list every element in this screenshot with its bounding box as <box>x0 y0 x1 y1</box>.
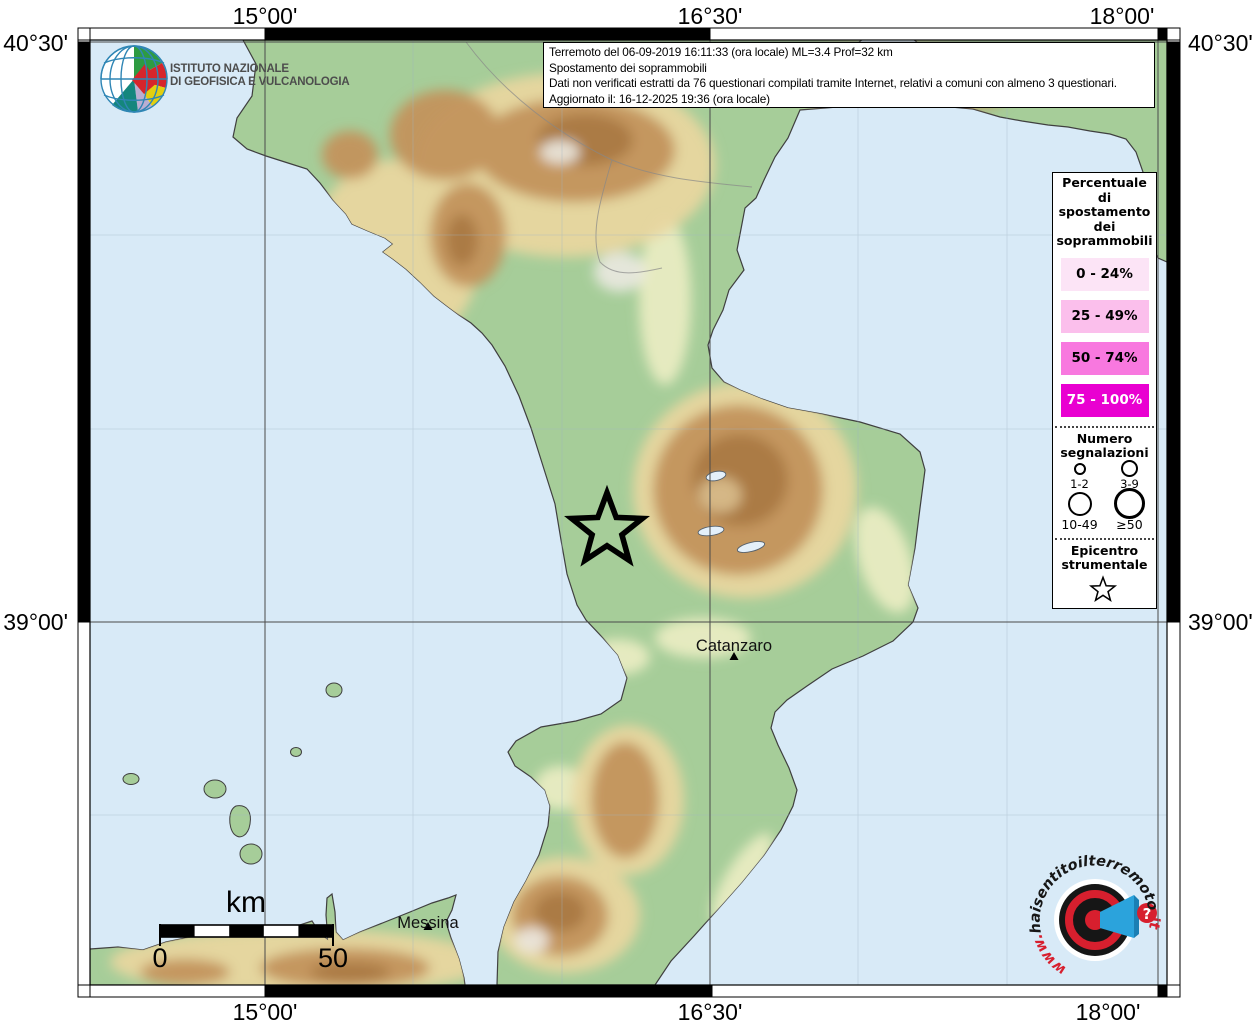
signal-label-1-2: 1-2 <box>1055 477 1105 491</box>
legend-divider-2 <box>1055 538 1154 540</box>
epicenter-legend-symbol <box>1053 573 1154 605</box>
legend-class-25-49: 25 - 49% <box>1061 300 1149 333</box>
legend-class-50-74: 50 - 74% <box>1061 342 1149 375</box>
legend-divider-1 <box>1055 426 1154 428</box>
axis-bottom-lon2: 16°30' <box>678 999 743 1024</box>
event-disclaimer: Dati non verificati estratti da 76 quest… <box>549 76 1149 92</box>
city-label-catanzaro: Catanzaro <box>696 637 772 655</box>
city-label-messina: Messina <box>397 914 459 932</box>
signal-circle-10-49 <box>1068 492 1092 516</box>
axis-left-lat2: 39°00' <box>3 609 68 635</box>
signal-label-50plus: ≥50 <box>1105 517 1155 532</box>
ingv-name-line2: DI GEOFISICA E VULCANOLOGIA <box>170 76 349 88</box>
ingv-name-line1: ISTITUTO NAZIONALE <box>170 63 289 75</box>
event-title: Terremoto del 06-09-2019 16:11:33 (ora l… <box>549 45 1149 61</box>
axis-bottom-lon3: 18°00' <box>1076 999 1141 1024</box>
signal-circle-1-2 <box>1074 463 1086 475</box>
signal-label-10-49: 10-49 <box>1055 517 1105 532</box>
legend-panel: Percentuale di spostamento dei soprammob… <box>1052 172 1157 609</box>
axis-top-lon2: 16°30' <box>678 3 743 29</box>
epicenter-title: Epicentro strumentale <box>1053 544 1156 573</box>
axis-left-lat1: 40°30' <box>3 30 68 56</box>
signal-circle-3-9 <box>1121 460 1138 477</box>
scale-end-label: 50 <box>318 943 348 973</box>
event-info-box: Terremoto del 06-09-2019 16:11:33 (ora l… <box>543 42 1155 108</box>
legend-title: Percentuale di spostamento dei soprammob… <box>1053 176 1156 249</box>
signals-grid: 1-2 3-9 10-49 ≥50 <box>1053 461 1156 532</box>
axis-top-lon3: 18°00' <box>1090 3 1155 29</box>
event-effect: Spostamento dei soprammobili <box>549 61 1149 77</box>
axis-bottom-lon1: 15°00' <box>233 999 298 1024</box>
legend-class-0-24: 0 - 24% <box>1061 258 1149 291</box>
legend-class-75-100: 75 - 100% <box>1061 384 1149 417</box>
event-updated: Aggiornato il: 16-12-2025 19:36 (ora loc… <box>549 92 1149 108</box>
axis-right-lat2: 39°00' <box>1188 609 1253 635</box>
watermark-tld: .it <box>1145 910 1162 931</box>
signal-circle-50plus <box>1114 488 1145 519</box>
axis-right-lat1: 40°30' <box>1188 30 1253 56</box>
earthquake-map-page: Catanzaro Messina km 0 50 <box>0 0 1255 1024</box>
scale-unit-label: km <box>226 886 266 919</box>
signals-title: Numero segnalazioni <box>1053 432 1156 461</box>
axis-top-lon1: 15°00' <box>233 3 298 29</box>
scale-start-label: 0 <box>152 943 167 973</box>
